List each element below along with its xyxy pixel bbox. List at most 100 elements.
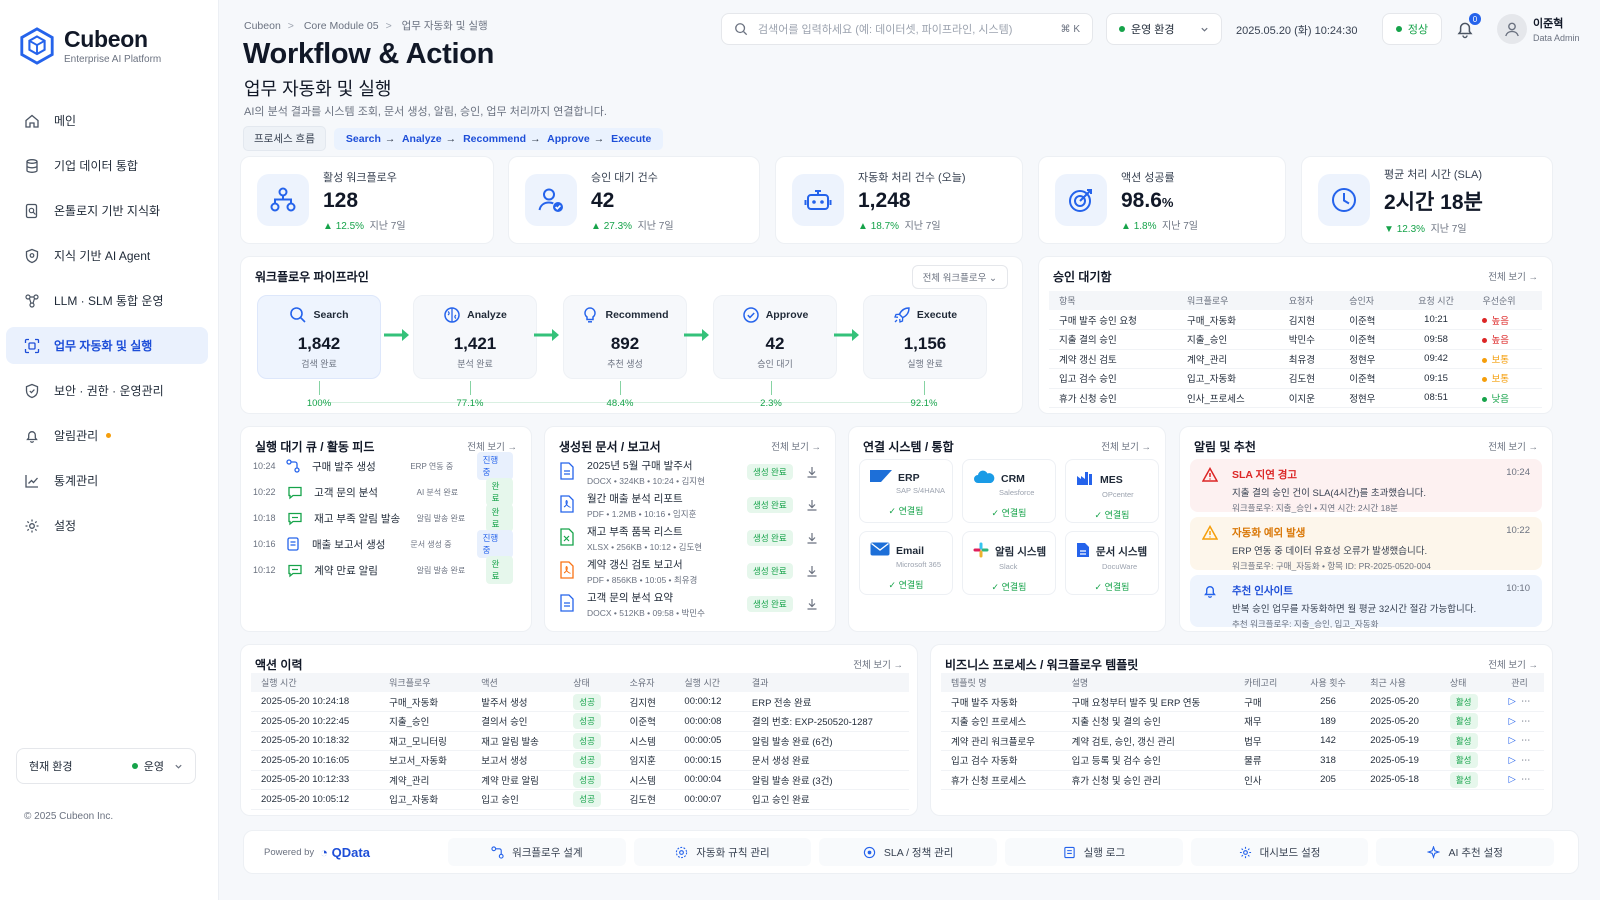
play-icon[interactable]: ▷ bbox=[1509, 696, 1516, 707]
view-all-link[interactable]: 전체 보기 → bbox=[1488, 269, 1538, 283]
view-all-link[interactable]: 전체 보기 → bbox=[771, 439, 821, 453]
kpi-value: 1,248 bbox=[858, 188, 911, 212]
more-icon[interactable]: ⋯ bbox=[1521, 774, 1531, 785]
download-icon[interactable] bbox=[803, 532, 821, 544]
section-title: 비즈니스 프로세스 / 워크플로우 템플릿 bbox=[945, 658, 1139, 672]
sidebar-item-notifications[interactable]: 알림관리 bbox=[6, 417, 208, 454]
activity-system: 알림 발송 완료 bbox=[416, 565, 466, 575]
activity-item[interactable]: 10:16 매출 보고서 생성 문서 생성 중 진행 중 bbox=[253, 530, 513, 558]
play-icon[interactable]: ▷ bbox=[1509, 774, 1516, 785]
run-environment-dropdown[interactable]: 운영 환경 bbox=[1106, 13, 1222, 45]
document-item[interactable]: 월간 매출 분석 리포트 PDF • 1.2MB • 10:16 • 임지훈 생성… bbox=[559, 490, 821, 520]
workflow-design-button[interactable]: 워크플로우 설계 bbox=[448, 838, 626, 866]
dashboard-settings-button[interactable]: 대시보드 설정 bbox=[1190, 838, 1369, 866]
more-icon[interactable]: ⋯ bbox=[1521, 716, 1531, 727]
play-icon[interactable]: ▷ bbox=[1509, 755, 1516, 766]
logo[interactable]: Cubeon Enterprise AI Platform bbox=[18, 26, 161, 65]
activity-item[interactable]: 10:22 고객 문의 분석 AI 분석 완료 완료 bbox=[253, 478, 513, 506]
view-all-link[interactable]: 전체 보기 → bbox=[467, 439, 517, 453]
view-all-link[interactable]: 전체 보기 → bbox=[1488, 439, 1538, 453]
breadcrumb-item[interactable]: Core Module 05 bbox=[304, 20, 379, 32]
ai-recommend-settings-button[interactable]: AI 추천 설정 bbox=[1376, 838, 1555, 866]
document-item[interactable]: 재고 부족 품목 리스트 XLSX • 256KB • 10:12 • 김도현 생… bbox=[559, 523, 821, 553]
more-icon[interactable]: ⋯ bbox=[1521, 755, 1531, 766]
pipeline-stage-analyze[interactable]: Analyze 1,421 분석 완료 bbox=[413, 295, 537, 379]
sidebar-item-ai-agent[interactable]: 지식 기반 AI Agent bbox=[6, 237, 208, 274]
table-row[interactable]: 2025-05-20 10:24:18 구매_자동화 발주서 생성 성공 김지현 00:0… bbox=[251, 692, 909, 712]
environment-selector[interactable]: 현재 환경 운영 bbox=[16, 748, 196, 784]
automation-rules-button[interactable]: 자동화 규칙 관리 bbox=[633, 838, 812, 866]
table-row[interactable]: 계약 갱신 검토 계약_관리 최유경 정현우 09:42 보통 bbox=[1049, 349, 1542, 369]
kpi-card-avg-processing-time[interactable]: 평균 처리 시간 (SLA) 2시간 18분 ▼ 12.3% 지난 7일 bbox=[1301, 156, 1553, 244]
pipeline-stage-search[interactable]: Search 1,842 검색 완료 bbox=[257, 295, 381, 379]
view-all-link[interactable]: 전체 보기 → bbox=[1488, 657, 1538, 671]
activity-item[interactable]: 10:24 구매 발주 생성 ERP 연동 중 진행 중 bbox=[253, 452, 513, 480]
play-icon[interactable]: ▷ bbox=[1509, 735, 1516, 746]
alert-title: 자동화 예외 발생 bbox=[1232, 527, 1306, 539]
document-item[interactable]: 계약 갱신 검토 보고서 PDF • 856KB • 10:05 • 최유경 생성… bbox=[559, 556, 821, 586]
more-icon[interactable]: ⋯ bbox=[1521, 735, 1531, 746]
system-card-notification[interactable]: 알림 시스템 Slack ✓ 연결됨 bbox=[962, 531, 1056, 595]
workflow-filter-dropdown[interactable]: 전체 워크플로우 ⌄ bbox=[911, 265, 1008, 289]
download-icon[interactable] bbox=[803, 565, 821, 577]
sidebar-item-data-integration[interactable]: 기업 데이터 통합 bbox=[6, 147, 208, 184]
kpi-card-automation-count[interactable]: 자동화 처리 건수 (오늘) 1,248 ▲ 18.7% 지난 7일 bbox=[775, 156, 1023, 244]
system-status-badge[interactable]: 정상 bbox=[1382, 13, 1442, 45]
execution-log-button[interactable]: 실행 로그 bbox=[1005, 838, 1183, 866]
table-row[interactable]: 계약 관리 워크플로우 계약 검토, 승인, 갱신 관리 법무 142 2025-05-… bbox=[941, 731, 1544, 751]
table-row[interactable]: 휴가 신청 프로세스 휴가 신청 및 승인 관리 인사 205 2025-05-18 활성… bbox=[941, 770, 1544, 790]
pipeline-stage-execute[interactable]: Execute 1,156 실행 완료 bbox=[863, 295, 987, 379]
system-card-mes[interactable]: MES OPcenter ✓ 연결됨 bbox=[1065, 459, 1159, 523]
table-row[interactable]: 입고 검수 자동화 입고 등록 및 검수 승인 물류 318 2025-05-19 활성 ▷… bbox=[941, 750, 1544, 771]
table-row[interactable]: 2025-05-20 10:05:12 입고_자동화 입고 승인 성공 김도현 00:00… bbox=[251, 789, 909, 810]
download-icon[interactable] bbox=[803, 499, 821, 511]
system-card-document[interactable]: 문서 시스템 DocuWare ✓ 연결됨 bbox=[1065, 531, 1159, 595]
sidebar-item-settings[interactable]: 설정 bbox=[6, 507, 208, 544]
table-row[interactable]: 휴가 신청 승인 인사_프로세스 이지운 정현우 08:51 낮음 bbox=[1049, 388, 1542, 408]
more-icon[interactable]: ⋯ bbox=[1521, 696, 1531, 707]
sidebar-item-statistics[interactable]: 통계관리 bbox=[6, 462, 208, 499]
kpi-card-pending-approvals[interactable]: 승인 대기 건수 42 ▲ 27.3% 지난 7일 bbox=[508, 156, 760, 244]
table-row[interactable]: 2025-05-20 10:16:05 보고서_자동화 보고서 생성 성공 임지훈 00:… bbox=[251, 750, 909, 771]
play-icon[interactable]: ▷ bbox=[1509, 716, 1516, 727]
table-row[interactable]: 구매 발주 자동화 구매 요청부터 발주 및 ERP 연동 구매 256 2025-05… bbox=[941, 692, 1544, 712]
kpi-card-success-rate[interactable]: 액션 성공률 98.6% ▲ 1.8% 지난 7일 bbox=[1038, 156, 1286, 244]
sidebar-item-ontology[interactable]: 온톨로지 기반 지식화 bbox=[6, 192, 208, 229]
sidebar-item-automation[interactable]: 업무 자동화 및 실행 bbox=[6, 327, 208, 364]
document-item[interactable]: 고객 문의 분석 요약 DOCX • 512KB • 09:58 • 박민수 생성… bbox=[559, 589, 821, 619]
user-role: Data Admin bbox=[1533, 33, 1580, 43]
system-card-crm[interactable]: CRM Salesforce ✓ 연결됨 bbox=[962, 459, 1056, 523]
alert-item-automation-exception[interactable]: 자동화 예외 발생 ERP 연동 중 데이터 유효성 오류가 발생했습니다. 워… bbox=[1190, 517, 1542, 571]
system-card-email[interactable]: Email Microsoft 365 ✓ 연결됨 bbox=[859, 531, 953, 595]
download-icon[interactable] bbox=[803, 598, 821, 610]
view-all-link[interactable]: 전체 보기 → bbox=[853, 657, 903, 671]
pipeline-stage-approve[interactable]: Approve 42 승인 대기 bbox=[713, 295, 837, 379]
sidebar-item-security[interactable]: 보안 · 권한 · 운영관리 bbox=[6, 372, 208, 409]
activity-item[interactable]: 10:18 재고 부족 알림 발송 알림 발송 완료 완료 bbox=[253, 504, 513, 532]
sla-policy-button[interactable]: SLA / 정책 관리 bbox=[819, 838, 998, 866]
sidebar-item-llm-slm[interactable]: LLM · SLM 통합 운영 bbox=[6, 282, 208, 319]
brain-icon bbox=[443, 306, 461, 324]
system-card-erp[interactable]: ERP SAP S/4HANA ✓ 연결됨 bbox=[859, 459, 953, 523]
table-row[interactable]: 구매 발주 승인 요청 구매_자동화 김지현 이준혁 10:21 높음 bbox=[1049, 310, 1542, 330]
download-icon[interactable] bbox=[803, 466, 821, 478]
view-all-link[interactable]: 전체 보기 → bbox=[1101, 439, 1151, 453]
activity-item[interactable]: 10:12 계약 만료 알림 알림 발송 완료 완료 bbox=[253, 556, 513, 584]
table-row[interactable]: 입고 검수 승인 입고_자동화 김도현 이준혁 09:15 보통 bbox=[1049, 368, 1542, 389]
table-row[interactable]: 2025-05-20 10:22:45 지출_승인 결의서 승인 성공 이준혁 00:00… bbox=[251, 711, 909, 732]
user-menu[interactable]: 이준혁 Data Admin bbox=[1497, 14, 1580, 44]
pipeline-stage-recommend[interactable]: Recommend 892 추천 생성 bbox=[563, 295, 687, 379]
search-input[interactable]: 검색어를 입력하세요 (예: 데이터셋, 파이프라인, 시스템) ⌘ K bbox=[721, 13, 1093, 45]
table-row[interactable]: 2025-05-20 10:12:33 계약_관리 계약 만료 알림 성공 시스템 00:… bbox=[251, 770, 909, 790]
kpi-card-active-workflows[interactable]: 활성 워크플로우 128 ▲ 12.5% 지난 7일 bbox=[240, 156, 494, 244]
document-item[interactable]: 2025년 5월 구매 발주서 DOCX • 324KB • 10:24 • 김지… bbox=[559, 457, 821, 487]
status-badge: 완료 bbox=[485, 478, 513, 506]
word-file-icon bbox=[559, 461, 581, 483]
alert-item-sla-delay[interactable]: SLA 지연 경고 지출 결의 승인 건이 SLA(4시간)를 초과했습니다. … bbox=[1190, 459, 1542, 513]
table-row[interactable]: 지출 승인 프로세스 지출 신청 및 결의 승인 재무 189 2025-05-20 활성… bbox=[941, 711, 1544, 732]
table-row[interactable]: 지출 결의 승인 지출_승인 박민수 이준혁 09:58 높음 bbox=[1049, 329, 1542, 350]
table-row[interactable]: 2025-05-20 10:18:32 재고_모니터링 재고 알림 발송 성공 시스템 0… bbox=[251, 731, 909, 751]
sidebar-item-home[interactable]: 메인 bbox=[6, 102, 208, 139]
alert-item-recommendation[interactable]: 추천 인사이트 반복 승인 업무를 자동화하면 월 평균 32시간 절감 가능합… bbox=[1190, 575, 1542, 629]
breadcrumb-item[interactable]: Cubeon bbox=[244, 20, 281, 32]
